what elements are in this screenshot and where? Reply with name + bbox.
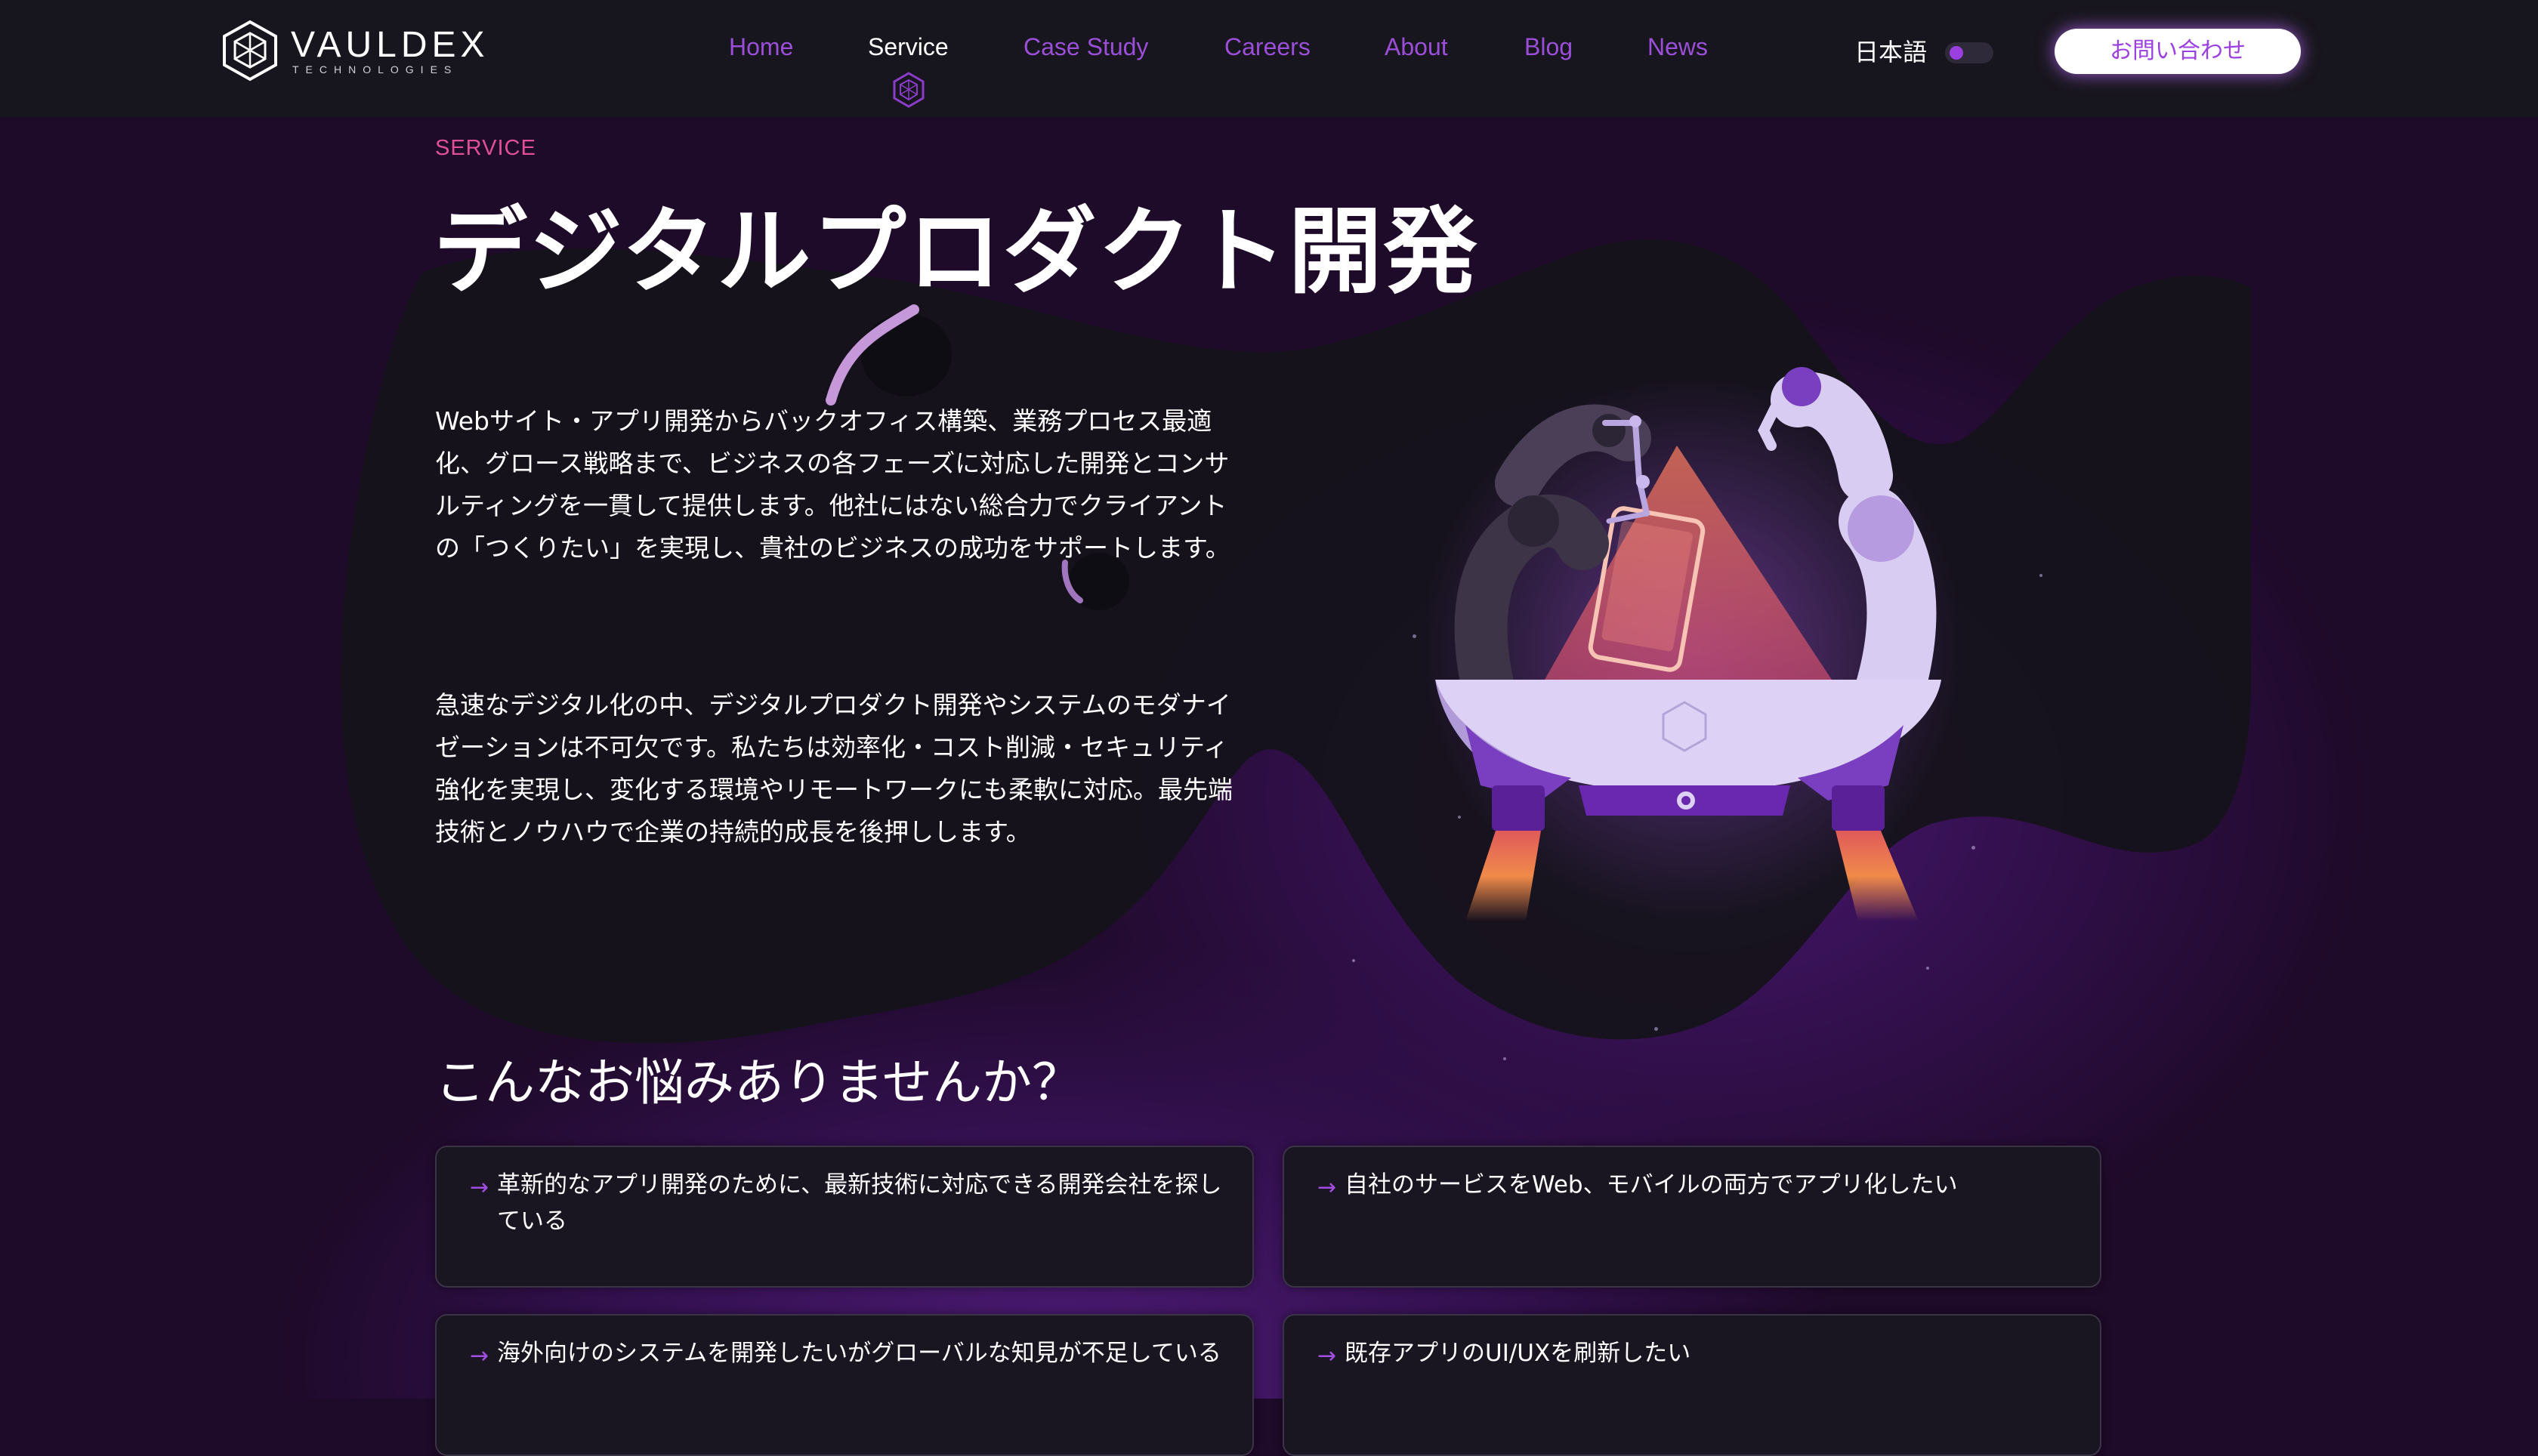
star-decoration [2039, 574, 2042, 577]
arrow-right-icon: → [1317, 1343, 1337, 1369]
section-eyebrow: SERVICE [435, 136, 536, 160]
nav-blog[interactable]: Blog [1524, 33, 1573, 61]
nav-case-study[interactable]: Case Study [1024, 33, 1148, 61]
contact-button[interactable]: お問い合わせ [2055, 29, 2301, 74]
page-title: デジタルプロダクト開発 [434, 198, 1479, 307]
language-toggle[interactable] [1945, 42, 1993, 63]
arrow-right-icon: → [470, 1174, 489, 1201]
star-decoration [1926, 967, 1929, 970]
nav-about[interactable]: About [1385, 33, 1448, 61]
nav-home[interactable]: Home [729, 33, 793, 61]
star-decoration [1654, 1027, 1658, 1031]
site-header: VAULDEX TECHNOLOGIES Home Service Case S… [0, 0, 2538, 117]
nav-service[interactable]: Service [868, 33, 949, 61]
brand-name: VAULDEX [291, 25, 489, 65]
star-decoration [1503, 1057, 1506, 1060]
nav-careers[interactable]: Careers [1224, 33, 1311, 61]
star-decoration [1413, 634, 1416, 638]
worry-card: → 自社のサービスをWeb、モバイルの両方でアプリ化したい [1283, 1146, 2101, 1288]
hero-paragraph-2: 急速なデジタル化の中、デジタルプロダクト開発やシステムのモダナイゼーションは不可… [435, 690, 1233, 847]
arrow-right-icon: → [470, 1343, 489, 1369]
hexagon-cube-icon [223, 20, 277, 82]
worry-card: → 既存アプリのUI/UXを刷新したい [1283, 1314, 2101, 1456]
worries-section-title: こんなお悩みありませんか？ [435, 1053, 1082, 1112]
worry-text: 海外向けのシステムを開発したいがグローバルな知見が不足している [497, 1340, 1221, 1367]
worry-text: 既存アプリのUI/UXを刷新したい [1345, 1340, 1691, 1367]
robot-arms-illustration [1420, 367, 1964, 921]
hero-paragraph-1: Webサイト・アプリ開発からバックオフィス構築、業務プロセス最適化、グロース戦略… [435, 406, 1230, 563]
worry-text: 革新的なアプリ開発のために、最新技術に対応できる開発会社を探している [497, 1171, 1222, 1235]
brand-tagline: TECHNOLOGIES [292, 63, 459, 76]
language-label[interactable]: 日本語 [1854, 33, 1927, 68]
worry-card: → 海外向けのシステムを開発したいがグローバルな知見が不足している [435, 1314, 1254, 1456]
star-decoration [1352, 959, 1355, 962]
arrow-right-icon: → [1317, 1174, 1337, 1201]
active-nav-indicator-icon [893, 72, 925, 108]
nav-news[interactable]: News [1647, 33, 1708, 61]
toggle-knob [1950, 46, 1963, 60]
brand-logo[interactable]: VAULDEX TECHNOLOGIES [221, 20, 485, 83]
worry-text: 自社のサービスをWeb、モバイルの両方でアプリ化したい [1345, 1171, 1958, 1198]
worry-card: → 革新的なアプリ開発のために、最新技術に対応できる開発会社を探している [435, 1146, 1254, 1288]
